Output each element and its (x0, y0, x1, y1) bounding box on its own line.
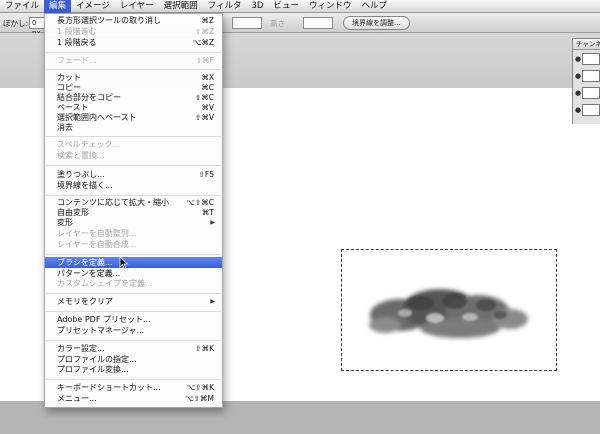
menu-separator (46, 379, 221, 380)
menu-filter[interactable]: フィルタ (203, 0, 247, 13)
eye-icon[interactable]: ● (575, 56, 581, 63)
menu-item-copy[interactable]: コピー ⌘C (45, 83, 222, 93)
menu-item-fade[interactable]: フェード... ⇧⌘F (45, 56, 222, 66)
menu-separator (46, 52, 221, 53)
menu-select[interactable]: 選択範囲 (159, 0, 203, 13)
menu-item-free-transform[interactable]: 自由変形 ⌘T (45, 208, 222, 218)
channel-thumbnail (582, 70, 600, 82)
menu-item-pdf-presets[interactable]: Adobe PDF プリセット... (45, 315, 222, 325)
menu-separator (46, 340, 221, 341)
menu-separator (46, 254, 221, 255)
menu-help[interactable]: ヘルプ (356, 0, 392, 13)
menu-item-convert-profile[interactable]: プロファイル変換... (45, 365, 222, 375)
menu-separator (46, 311, 221, 312)
menu-item-define-custom-shape[interactable]: カスタムシェイプを定義... (45, 279, 222, 289)
channel-thumbnail (582, 53, 600, 65)
menu-item-spell-check[interactable]: スペルチェック... (45, 140, 222, 150)
mouse-pointer-icon (119, 256, 129, 270)
channel-row[interactable]: ● (573, 68, 600, 84)
menu-item-assign-profile[interactable]: プロファイルの指定... (45, 355, 222, 365)
edit-menu-dropdown: 長方形選択ツールの取り消し ⌘Z 1 段階進む ⇧⌘Z 1 段階戻る ⌥⌘Z フ… (44, 13, 223, 408)
menu-item-color-settings[interactable]: カラー設定... ⇧⌘K (45, 344, 222, 354)
channel-thumbnail (582, 87, 600, 99)
menu-item-auto-blend-layers[interactable]: レイヤーを自動合成... (45, 240, 222, 250)
channel-row[interactable]: ● (573, 85, 600, 101)
menu-item-paste-into[interactable]: 選択範囲内へペースト ⇧⌘V (45, 113, 222, 123)
eye-icon[interactable]: ● (575, 107, 581, 114)
menu-item-undo[interactable]: 長方形選択ツールの取り消し ⌘Z (45, 16, 222, 26)
eye-icon[interactable]: ● (575, 73, 581, 80)
menu-item-clear[interactable]: 消去 (45, 123, 222, 133)
menu-3d[interactable]: 3D (246, 0, 268, 13)
feather-input[interactable]: 0 px (29, 17, 45, 37)
menu-separator (46, 69, 221, 70)
channel-row[interactable]: ● (573, 51, 600, 67)
channel-thumbnail (582, 104, 600, 116)
menu-layer[interactable]: レイヤー (115, 0, 159, 13)
menu-separator (46, 165, 221, 166)
menu-view[interactable]: ビュー (268, 0, 304, 13)
height-input[interactable] (303, 17, 333, 29)
menu-item-copy-merged[interactable]: 結合部分をコピー ⇧⌘C (45, 93, 222, 103)
menubar: ファイル 編集 イメージ レイヤー 選択範囲 フィルタ 3D ビュー ウィンドウ… (0, 0, 600, 13)
menu-item-transform[interactable]: 変形 ▶ (45, 218, 222, 228)
menu-file[interactable]: ファイル (0, 0, 44, 13)
menu-item-content-aware-scale[interactable]: コンテンツに応じて拡大・縮小 ⌥⇧⌘C (45, 198, 222, 208)
menu-item-find-replace[interactable]: 検索と置換... (45, 151, 222, 161)
height-label: 高さ (270, 19, 285, 28)
menu-separator (46, 293, 221, 294)
menu-window[interactable]: ウィンドウ (304, 0, 357, 13)
menu-item-paste[interactable]: ペースト ⌘V (45, 103, 222, 113)
menu-item-preset-manager[interactable]: プリセットマネージャ... (45, 326, 222, 336)
menu-item-step-backward[interactable]: 1 段階戻る ⌥⌘Z (45, 38, 222, 48)
submenu-arrow-icon: ▶ (210, 298, 215, 305)
channel-row[interactable]: ● (573, 102, 600, 118)
menu-edit[interactable]: 編集 (44, 0, 72, 13)
menu-item-menus[interactable]: メニュー... ⌥⇧⌘M (45, 394, 222, 404)
menu-item-auto-align-layers[interactable]: レイヤーを自動整列... (45, 229, 222, 239)
menu-item-define-brush[interactable]: ブラシを定義... (45, 257, 222, 268)
feather-label: ぼかし: (3, 19, 29, 28)
menu-item-fill[interactable]: 塗りつぶし... ⇧F5 (45, 170, 222, 180)
menu-item-step-forward[interactable]: 1 段階進む ⇧⌘Z (45, 27, 222, 37)
menu-item-purge[interactable]: メモリをクリア ▶ (45, 297, 222, 307)
menu-item-define-pattern[interactable]: パターンを定義... (45, 269, 222, 279)
submenu-arrow-icon: ▶ (210, 219, 215, 226)
menu-separator (46, 195, 221, 196)
cloud-brush-image (369, 289, 528, 338)
channels-tab[interactable]: チャンネル (573, 39, 600, 50)
eye-icon[interactable]: ● (575, 90, 581, 97)
refine-edge-button[interactable]: 境界線を調整... (343, 16, 410, 30)
channels-panel: チャンネル ● ● ● ● (572, 38, 600, 124)
menu-separator (46, 136, 221, 137)
menu-image[interactable]: イメージ (71, 0, 115, 13)
menu-item-cut[interactable]: カット ⌘X (45, 73, 222, 83)
width-input[interactable] (232, 17, 262, 29)
menu-item-stroke[interactable]: 境界線を描く... (45, 181, 222, 191)
menu-item-keyboard-shortcuts[interactable]: キーボードショートカット... ⌥⇧⌘K (45, 383, 222, 393)
